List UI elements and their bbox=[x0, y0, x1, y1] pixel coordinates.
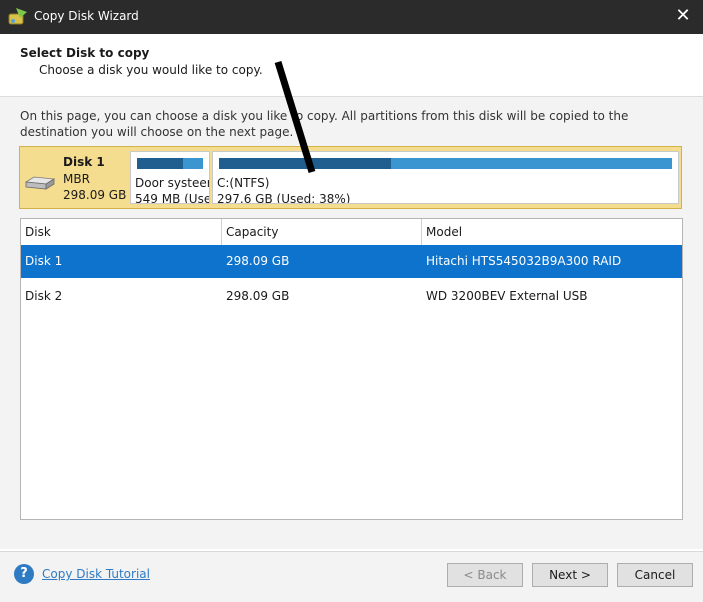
partition-used-fill bbox=[219, 158, 392, 169]
cell-model: Hitachi HTS545032B9A300 RAID bbox=[426, 254, 622, 268]
table-row[interactable]: Disk 1 298.09 GB Hitachi HTS545032B9A300… bbox=[21, 245, 682, 278]
cell-model: WD 3200BEV External USB bbox=[426, 289, 588, 303]
disk-info[interactable]: Disk 1 MBR 298.09 GB bbox=[20, 147, 128, 208]
disk-type: MBR bbox=[63, 172, 90, 186]
partition-label: C:(NTFS) bbox=[217, 176, 270, 190]
hard-disk-icon bbox=[24, 176, 56, 190]
cancel-button[interactable]: Cancel bbox=[617, 563, 693, 587]
partition-door-systeem[interactable]: Door systeem 549 MB (Used bbox=[130, 151, 210, 204]
cell-disk: Disk 2 bbox=[25, 289, 63, 303]
partition-c-ntfs[interactable]: C:(NTFS) 297.6 GB (Used: 38%) bbox=[212, 151, 679, 204]
partition-used-fill bbox=[137, 158, 184, 169]
partition-usage-bar bbox=[219, 158, 672, 169]
partition-usage-bar bbox=[137, 158, 203, 169]
partition-detail: 297.6 GB (Used: 38%) bbox=[217, 192, 351, 204]
disk-list-header: Disk Capacity Model bbox=[21, 219, 682, 246]
column-header-disk[interactable]: Disk bbox=[21, 219, 222, 245]
partition-label: Door systeem bbox=[135, 176, 209, 190]
page-description: On this page, you can choose a disk you … bbox=[20, 109, 629, 139]
cell-capacity: 298.09 GB bbox=[226, 289, 290, 303]
page-subtitle: Choose a disk you would like to copy. bbox=[39, 63, 263, 77]
cell-capacity: 298.09 GB bbox=[226, 254, 290, 268]
copy-disk-wizard-icon bbox=[8, 8, 27, 25]
partition-detail: 549 MB (Used bbox=[135, 192, 209, 204]
disk-list[interactable]: Disk Capacity Model Disk 1 298.09 GB Hit… bbox=[20, 218, 683, 520]
back-button[interactable]: < Back bbox=[447, 563, 523, 587]
cell-disk: Disk 1 bbox=[25, 254, 63, 268]
help-icon[interactable]: ? bbox=[14, 564, 34, 584]
title-bar: Copy Disk Wizard ✕ bbox=[0, 0, 703, 34]
wizard-header: Select Disk to copy Choose a disk you wo… bbox=[0, 34, 703, 97]
close-icon[interactable]: ✕ bbox=[671, 5, 695, 29]
next-button[interactable]: Next > bbox=[532, 563, 608, 587]
disk-map[interactable]: Disk 1 MBR 298.09 GB Door systeem 549 MB… bbox=[19, 146, 682, 209]
table-row[interactable]: Disk 2 298.09 GB WD 3200BEV External USB bbox=[21, 280, 682, 313]
page-title: Select Disk to copy bbox=[20, 46, 150, 60]
disk-name: Disk 1 bbox=[63, 155, 105, 169]
column-header-capacity[interactable]: Capacity bbox=[222, 219, 422, 245]
window-title: Copy Disk Wizard bbox=[34, 9, 139, 23]
column-header-model[interactable]: Model bbox=[422, 219, 682, 245]
disk-size: 298.09 GB bbox=[63, 188, 127, 202]
copy-disk-tutorial-link[interactable]: Copy Disk Tutorial bbox=[42, 567, 150, 581]
